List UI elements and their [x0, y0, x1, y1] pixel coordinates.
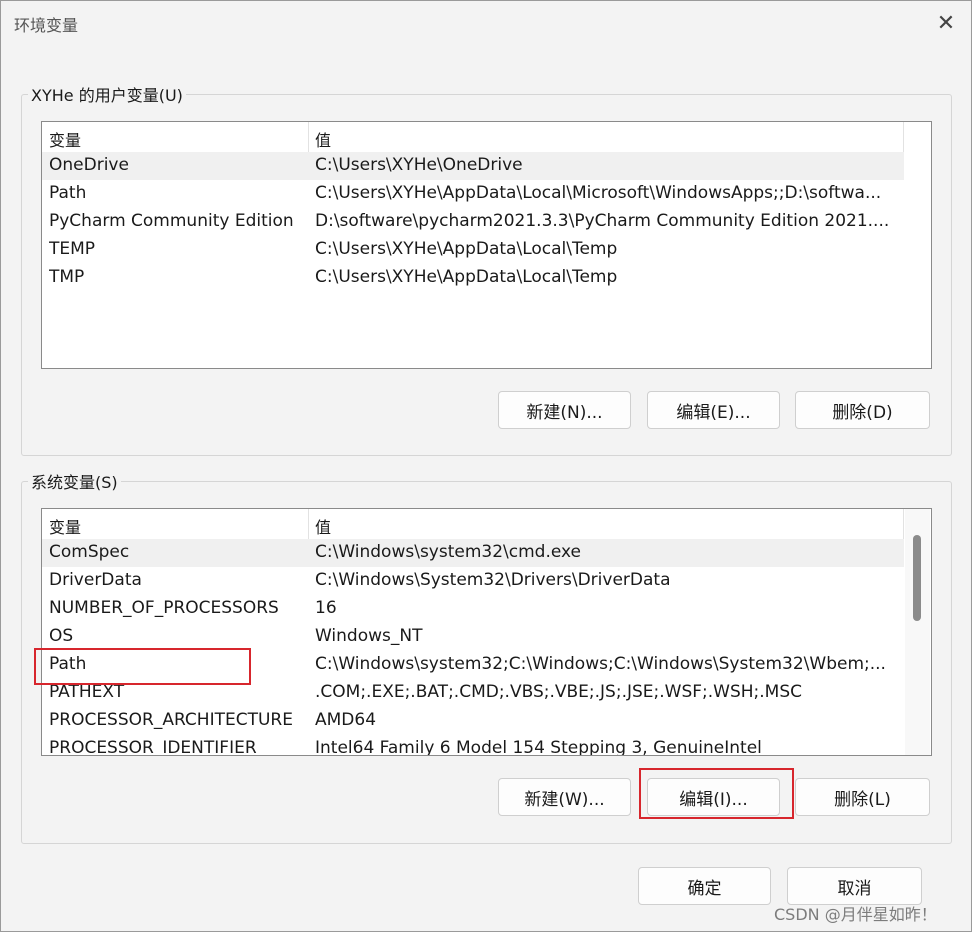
- variable-name: TEMP: [49, 239, 96, 259]
- list-item[interactable]: PyCharm Community Edition D:\software\py…: [42, 208, 904, 236]
- variable-name: NUMBER_OF_PROCESSORS: [49, 598, 279, 618]
- variable-value: C:\Windows\system32;C:\Windows;C:\Window…: [315, 654, 886, 674]
- window-title: 环境变量: [14, 16, 79, 35]
- variable-name: PATHEXT: [49, 682, 125, 702]
- column-divider[interactable]: [903, 122, 904, 152]
- column-divider[interactable]: [308, 122, 309, 152]
- variable-value: AMD64: [315, 710, 377, 730]
- scrollbar-thumb[interactable]: [913, 535, 921, 621]
- list-item[interactable]: TMP C:\Users\XYHe\AppData\Local\Temp: [42, 264, 904, 292]
- system-variables-label: 系统变量(S): [28, 469, 121, 493]
- user-list-header: 变量 值: [42, 122, 904, 152]
- variable-value: C:\Users\XYHe\AppData\Local\Temp: [315, 239, 618, 259]
- variable-name: Path: [49, 183, 87, 203]
- watermark: CSDN @月伴星如昨！: [774, 905, 937, 924]
- list-item[interactable]: OneDrive C:\Users\XYHe\OneDrive: [42, 152, 904, 180]
- column-divider[interactable]: [308, 509, 309, 539]
- variable-value: C:\Users\XYHe\OneDrive: [315, 155, 523, 175]
- vertical-scrollbar[interactable]: [905, 509, 930, 755]
- list-item[interactable]: PATHEXT .COM;.EXE;.BAT;.CMD;.VBS;.VBE;.J…: [42, 679, 904, 707]
- column-header-value[interactable]: 值: [315, 127, 331, 151]
- variable-value: 16: [315, 598, 337, 618]
- column-header-value[interactable]: 值: [315, 514, 331, 538]
- list-item[interactable]: Path C:\Users\XYHe\AppData\Local\Microso…: [42, 180, 904, 208]
- column-divider[interactable]: [903, 509, 904, 539]
- user-new-button[interactable]: 新建(N)...: [498, 391, 631, 429]
- variable-name: OneDrive: [49, 155, 129, 175]
- list-item[interactable]: NUMBER_OF_PROCESSORS 16: [42, 595, 904, 623]
- variable-value: C:\Users\XYHe\AppData\Local\Microsoft\Wi…: [315, 183, 882, 203]
- user-variables-label: XYHe 的用户变量(U): [28, 82, 186, 106]
- close-icon[interactable]: ✕: [921, 1, 971, 45]
- variable-name: Path: [49, 654, 87, 674]
- system-variables-list[interactable]: 变量 值 ComSpec C:\Windows\system32\cmd.exe…: [41, 508, 932, 756]
- variable-name: OS: [49, 626, 74, 646]
- column-header-variable[interactable]: 变量: [49, 127, 81, 151]
- list-item[interactable]: PROCESSOR_IDENTIFIER Intel64 Family 6 Mo…: [42, 735, 904, 756]
- variable-value: .COM;.EXE;.BAT;.CMD;.VBS;.VBE;.JS;.JSE;.…: [315, 682, 803, 702]
- list-item[interactable]: OS Windows_NT: [42, 623, 904, 651]
- variable-value: C:\Windows\System32\Drivers\DriverData: [315, 570, 671, 590]
- list-item[interactable]: TEMP C:\Users\XYHe\AppData\Local\Temp: [42, 236, 904, 264]
- variable-name: PyCharm Community Edition: [49, 211, 294, 231]
- user-delete-button[interactable]: 删除(D): [795, 391, 930, 429]
- user-edit-button[interactable]: 编辑(E)...: [647, 391, 780, 429]
- system-new-button[interactable]: 新建(W)...: [498, 778, 631, 816]
- variable-value: C:\Windows\system32\cmd.exe: [315, 542, 582, 562]
- variable-value: Intel64 Family 6 Model 154 Stepping 3, G…: [315, 738, 762, 756]
- variable-value: C:\Users\XYHe\AppData\Local\Temp: [315, 267, 618, 287]
- column-header-variable[interactable]: 变量: [49, 514, 81, 538]
- variable-name: TMP: [49, 267, 85, 287]
- list-item[interactable]: PROCESSOR_ARCHITECTURE AMD64: [42, 707, 904, 735]
- variable-name: PROCESSOR_IDENTIFIER: [49, 738, 257, 756]
- list-item[interactable]: DriverData C:\Windows\System32\Drivers\D…: [42, 567, 904, 595]
- ok-button[interactable]: 确定: [638, 867, 771, 905]
- variable-name: DriverData: [49, 570, 142, 590]
- variable-value: D:\software\pycharm2021.3.3\PyCharm Comm…: [315, 211, 890, 231]
- user-variables-list[interactable]: 变量 值 OneDrive C:\Users\XYHe\OneDrive Pat…: [41, 121, 932, 369]
- variable-value: Windows_NT: [315, 626, 423, 646]
- system-list-header: 变量 值: [42, 509, 904, 539]
- variable-name: ComSpec: [49, 542, 130, 562]
- list-item[interactable]: ComSpec C:\Windows\system32\cmd.exe: [42, 539, 904, 567]
- system-edit-button[interactable]: 编辑(I)...: [647, 778, 780, 816]
- system-delete-button[interactable]: 删除(L): [795, 778, 930, 816]
- cancel-button[interactable]: 取消: [787, 867, 922, 905]
- list-item-path[interactable]: Path C:\Windows\system32;C:\Windows;C:\W…: [42, 651, 904, 679]
- variable-name: PROCESSOR_ARCHITECTURE: [49, 710, 293, 730]
